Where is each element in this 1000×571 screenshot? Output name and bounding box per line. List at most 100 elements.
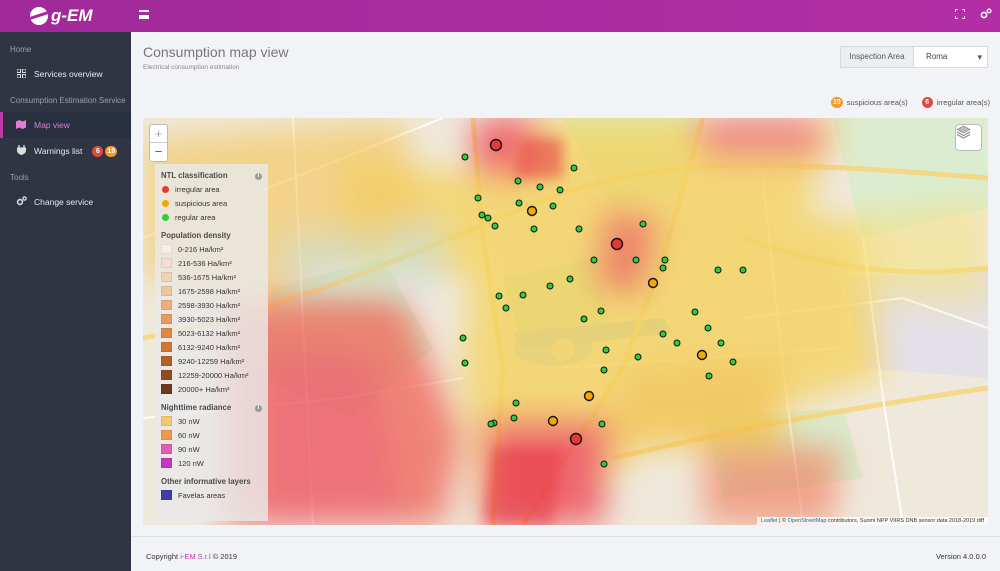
zoom-out-button[interactable]: − [150,143,167,161]
page-subtitle: Electrical consumption estimation [143,64,240,71]
regular-area-marker[interactable] [598,420,606,428]
regular-area-marker[interactable] [704,324,712,332]
legend-item: 3930-5023 Ha/km² [161,312,262,326]
regular-area-marker[interactable] [639,220,647,228]
color-swatch [161,416,172,426]
legend-pop-header: Population density [161,230,262,242]
regular-area-marker[interactable] [714,266,722,274]
regular-area-marker[interactable] [510,414,518,422]
inspection-area-select[interactable]: Roma [914,47,987,67]
regular-area-marker[interactable] [474,194,482,202]
regular-area-marker[interactable] [659,330,667,338]
legend-item: 90 nW [161,442,262,456]
regular-area-marker[interactable] [512,399,520,407]
legend-ntl-title: NTL classification [161,171,228,180]
menu-toggle-icon[interactable] [139,10,149,19]
legend-item: 30 nW [161,414,262,428]
sidebar-item-warnings-list[interactable]: Warnings list 6 19 [0,138,131,164]
app-logo[interactable]: g-EM [30,6,130,26]
regular-area-marker[interactable] [570,164,578,172]
legend-item: 120 nW [161,456,262,470]
info-icon[interactable]: i [255,404,262,412]
regular-area-marker[interactable] [515,199,523,207]
attribution-separator: | © [777,518,788,524]
legend-label: 120 nW [178,458,204,468]
regular-area-marker[interactable] [487,420,495,428]
sidebar-item-change-service[interactable]: Change service [0,189,131,215]
globe-icon [30,7,48,25]
regular-area-marker[interactable] [514,177,522,185]
regular-area-marker[interactable] [461,153,469,161]
sidebar-item-map-view[interactable]: Map view [0,112,131,138]
leaflet-link[interactable]: Leaflet [761,518,778,524]
legend-label: 3930-5023 Ha/km² [178,314,241,324]
irregular-counter: 6 irregular area(s) [921,97,990,108]
warnings-irregular-badge: 6 [92,145,104,157]
legend-item: irregular area [161,182,262,196]
regular-area-marker[interactable] [580,315,588,323]
regular-area-marker[interactable] [566,275,574,283]
settings-cogs-icon[interactable] [979,8,993,22]
zoom-in-button[interactable]: + [150,125,167,143]
legend-other-title: Other informative layers [161,477,251,486]
regular-area-marker[interactable] [461,359,469,367]
regular-area-marker[interactable] [673,339,681,347]
color-swatch [161,272,172,282]
regular-area-marker[interactable] [602,346,610,354]
layers-button[interactable] [955,124,982,151]
regular-area-marker[interactable] [536,183,544,191]
regular-dot-icon [162,213,169,221]
company-link[interactable]: i-EM S.r.l [180,552,210,561]
regular-area-marker[interactable] [478,211,486,219]
regular-area-marker[interactable] [634,353,642,361]
regular-area-marker[interactable] [502,304,510,312]
regular-area-marker[interactable] [495,292,503,300]
suspicious-area-marker[interactable] [526,205,538,217]
regular-area-marker[interactable] [600,366,608,374]
info-icon[interactable]: i [255,172,262,180]
irregular-area-marker[interactable] [610,237,624,251]
copyright-prefix: Copyright [146,552,181,561]
regular-area-marker[interactable] [717,339,725,347]
regular-area-marker[interactable] [484,214,492,222]
regular-area-marker[interactable] [739,266,747,274]
regular-area-marker[interactable] [491,222,499,230]
suspicious-area-marker[interactable] [547,415,559,427]
top-bar: g-EM [0,0,1000,32]
regular-area-marker[interactable] [691,308,699,316]
regular-area-marker[interactable] [575,225,583,233]
grid-icon [16,68,26,80]
regular-area-marker[interactable] [659,264,667,272]
regular-area-marker[interactable] [459,334,467,342]
regular-area-marker[interactable] [590,256,598,264]
suspicious-area-marker[interactable] [696,349,708,361]
regular-area-marker[interactable] [705,372,713,380]
map-view[interactable]: + − NTL classification i irregular area … [143,118,988,525]
legend-label: 12259-20000 Ha/km² [178,370,249,380]
map-canvas[interactable] [143,118,988,525]
sidebar-item-services-overview[interactable]: Services overview [0,61,131,87]
legend-label: 20000+ Ha/km² [178,384,230,394]
fullscreen-icon[interactable] [953,8,967,22]
regular-area-marker[interactable] [600,460,608,468]
suspicious-counter: 19 suspicious area(s) [830,97,908,108]
regular-area-marker[interactable] [661,256,669,264]
regular-area-marker[interactable] [549,202,557,210]
regular-area-marker[interactable] [546,282,554,290]
suspicious-area-marker[interactable] [647,277,659,289]
regular-area-marker[interactable] [530,225,538,233]
regular-area-marker[interactable] [632,256,640,264]
irregular-area-marker[interactable] [489,138,503,152]
osm-link[interactable]: OpenStreetMap [788,518,827,524]
attribution-text: contributors, Suomi NPP VIIRS DNB sensor… [826,518,984,524]
irregular-area-marker[interactable] [569,432,583,446]
regular-area-marker[interactable] [597,307,605,315]
suspicious-area-marker[interactable] [583,390,595,402]
regular-area-marker[interactable] [519,291,527,299]
color-swatch [161,286,172,296]
color-swatch [161,342,172,352]
legend-item: Favelas areas [161,488,262,502]
regular-area-marker[interactable] [729,358,737,366]
legend-item: 20000+ Ha/km² [161,382,262,396]
regular-area-marker[interactable] [556,186,564,194]
